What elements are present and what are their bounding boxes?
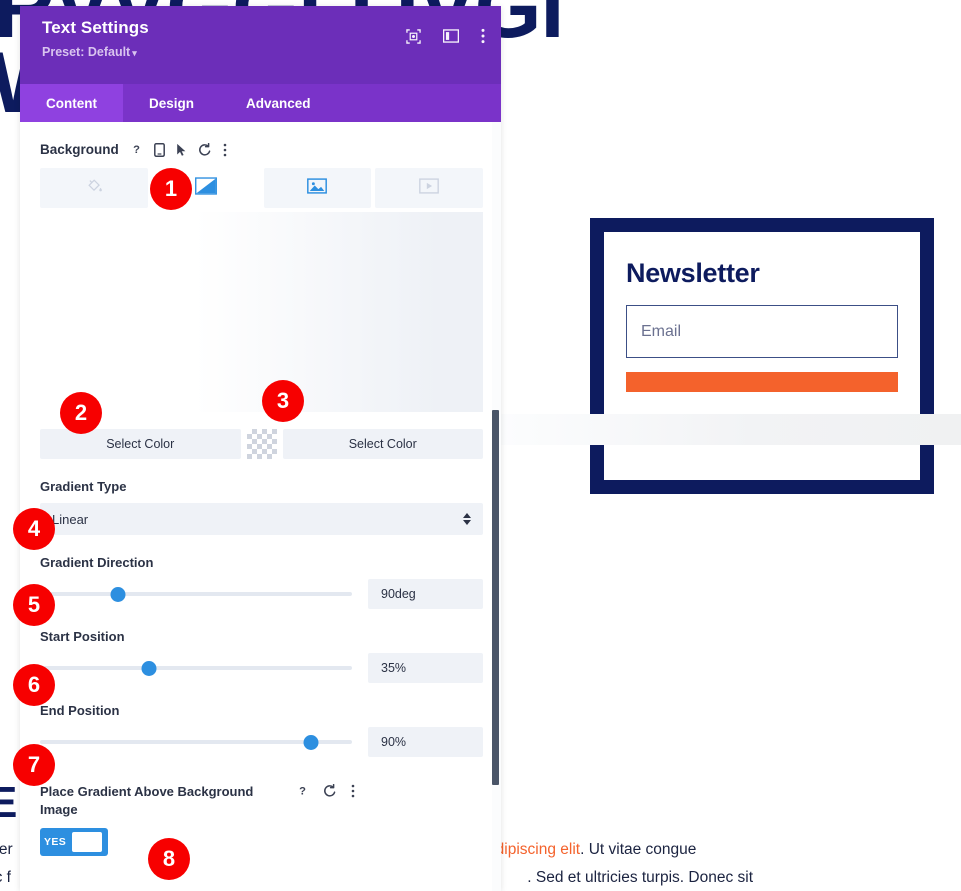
background-type-tabs: [40, 168, 483, 208]
help-icon[interactable]: ?: [130, 143, 143, 156]
body-text-left-1: nter: [0, 841, 13, 858]
annotation-badge-6: 6: [13, 664, 55, 706]
end-position-row: 90%: [40, 727, 483, 757]
background-label: Background: [40, 142, 119, 157]
panel-preset-label: Preset: Default: [42, 45, 131, 59]
background-color-tab[interactable]: [40, 168, 148, 208]
text-settings-panel: Text Settings Preset: Default ▾ Content …: [20, 6, 501, 891]
end-position-slider[interactable]: [40, 733, 352, 751]
annotation-badge-8: 8: [148, 838, 190, 880]
hover-cursor-icon[interactable]: [176, 143, 187, 157]
overflow-menu-icon[interactable]: [351, 784, 355, 798]
chevron-down-icon: ▾: [132, 48, 137, 58]
image-icon: [307, 177, 328, 199]
gradient-type-value: Linear: [52, 511, 89, 527]
gradient-direction-row: 90deg: [40, 579, 483, 609]
newsletter-subscribe-button-top[interactable]: [626, 372, 898, 392]
panel-scrollbar-thumb[interactable]: [492, 410, 499, 785]
overlay-strip: [497, 414, 961, 445]
screenshot-root: RVVGGLI IVGI W E C nter adipiscing elit.…: [0, 0, 961, 891]
tab-design[interactable]: Design: [123, 84, 220, 122]
panel-preset-selector[interactable]: Preset: Default ▾: [42, 45, 483, 59]
gradient-direction-value[interactable]: 90deg: [368, 579, 483, 609]
slider-track: [40, 592, 352, 596]
end-position-value[interactable]: 90%: [368, 727, 483, 757]
gradient-direction-label: Gradient Direction: [40, 555, 154, 570]
annotation-badge-5: 5: [13, 584, 55, 626]
gradient-direction-field: Gradient Direction 90deg: [40, 555, 483, 609]
end-position-label: End Position: [40, 703, 120, 718]
start-position-field: Start Position 35%: [40, 629, 483, 683]
start-position-slider[interactable]: [40, 659, 352, 677]
body-text-rest-2: . Sed et ultricies turpis. Donec sit: [527, 869, 754, 886]
slider-handle[interactable]: [303, 735, 319, 750]
gradient-type-field: Gradient Type Linear: [40, 479, 483, 535]
place-gradient-above-image-toggle[interactable]: YES: [40, 828, 108, 856]
slider-track: [40, 666, 352, 670]
reset-icon[interactable]: [198, 142, 212, 157]
select-color-button-start[interactable]: Select Color: [40, 429, 241, 459]
toggle-state-label: YES: [44, 836, 67, 848]
slider-handle[interactable]: [110, 587, 126, 602]
gradient-type-select[interactable]: Linear: [40, 503, 483, 535]
panel-header: Text Settings Preset: Default ▾: [20, 6, 501, 84]
background-image-tab[interactable]: [263, 168, 372, 208]
svg-text:?: ?: [133, 144, 140, 156]
select-color-button-end[interactable]: Select Color: [282, 429, 483, 459]
panel-body: Background ? Select Color Select Color G…: [20, 122, 501, 891]
panel-tab-bar: Content Design Advanced: [20, 84, 501, 122]
panel-scrollbar-track[interactable]: [492, 122, 501, 891]
body-text-rest-1: . Ut vitae congue: [580, 841, 697, 858]
gradient-type-label: Gradient Type: [40, 479, 127, 494]
svg-text:?: ?: [299, 786, 306, 798]
help-icon[interactable]: ?: [296, 784, 309, 798]
gradient-preview[interactable]: [40, 212, 483, 412]
annotation-badge-1: 1: [150, 168, 192, 210]
background-video-tab[interactable]: [375, 168, 483, 208]
video-icon: [419, 177, 439, 199]
start-position-value[interactable]: 35%: [368, 653, 483, 683]
overflow-menu-icon[interactable]: [481, 28, 485, 44]
place-gradient-above-image-label: Place Gradient Above Background Image: [40, 784, 254, 817]
toggle-knob: [72, 832, 103, 852]
start-position-label: Start Position: [40, 629, 125, 644]
slider-handle[interactable]: [141, 661, 157, 676]
layout-panel-icon[interactable]: [443, 29, 459, 43]
overflow-menu-icon[interactable]: [223, 143, 227, 157]
tab-content[interactable]: Content: [20, 84, 123, 122]
responsive-device-icon[interactable]: [153, 142, 165, 157]
stepper-arrows-icon: [463, 513, 471, 525]
toggle-label-row: Place Gradient Above Background Image ?: [40, 783, 483, 819]
focus-target-icon[interactable]: [406, 28, 421, 44]
body-text-left-2: ec f: [0, 869, 11, 886]
tab-advanced[interactable]: Advanced: [220, 84, 337, 122]
gradient-icon: [194, 176, 217, 200]
panel-header-icons: [406, 28, 485, 44]
transparency-checker-swatch[interactable]: [246, 429, 277, 459]
annotation-badge-4: 4: [13, 508, 55, 550]
gradient-direction-slider[interactable]: [40, 585, 352, 603]
background-label-row: Background ?: [40, 142, 483, 157]
newsletter-card: Newsletter Email: [590, 218, 934, 494]
start-position-row: 35%: [40, 653, 483, 683]
place-gradient-above-image-field: Place Gradient Above Background Image ?: [40, 783, 483, 856]
annotation-badge-7: 7: [13, 744, 55, 786]
end-position-field: End Position 90%: [40, 703, 483, 757]
annotation-badge-3: 3: [262, 380, 304, 422]
gradient-color-row: Select Color Select Color: [40, 429, 483, 459]
reset-icon[interactable]: [323, 784, 337, 798]
newsletter-email-input[interactable]: Email: [626, 305, 898, 358]
toggle-icon-group: ?: [296, 784, 355, 798]
annotation-badge-2: 2: [60, 392, 102, 434]
paint-bucket-icon: [85, 177, 103, 200]
newsletter-title: Newsletter: [626, 258, 760, 288]
